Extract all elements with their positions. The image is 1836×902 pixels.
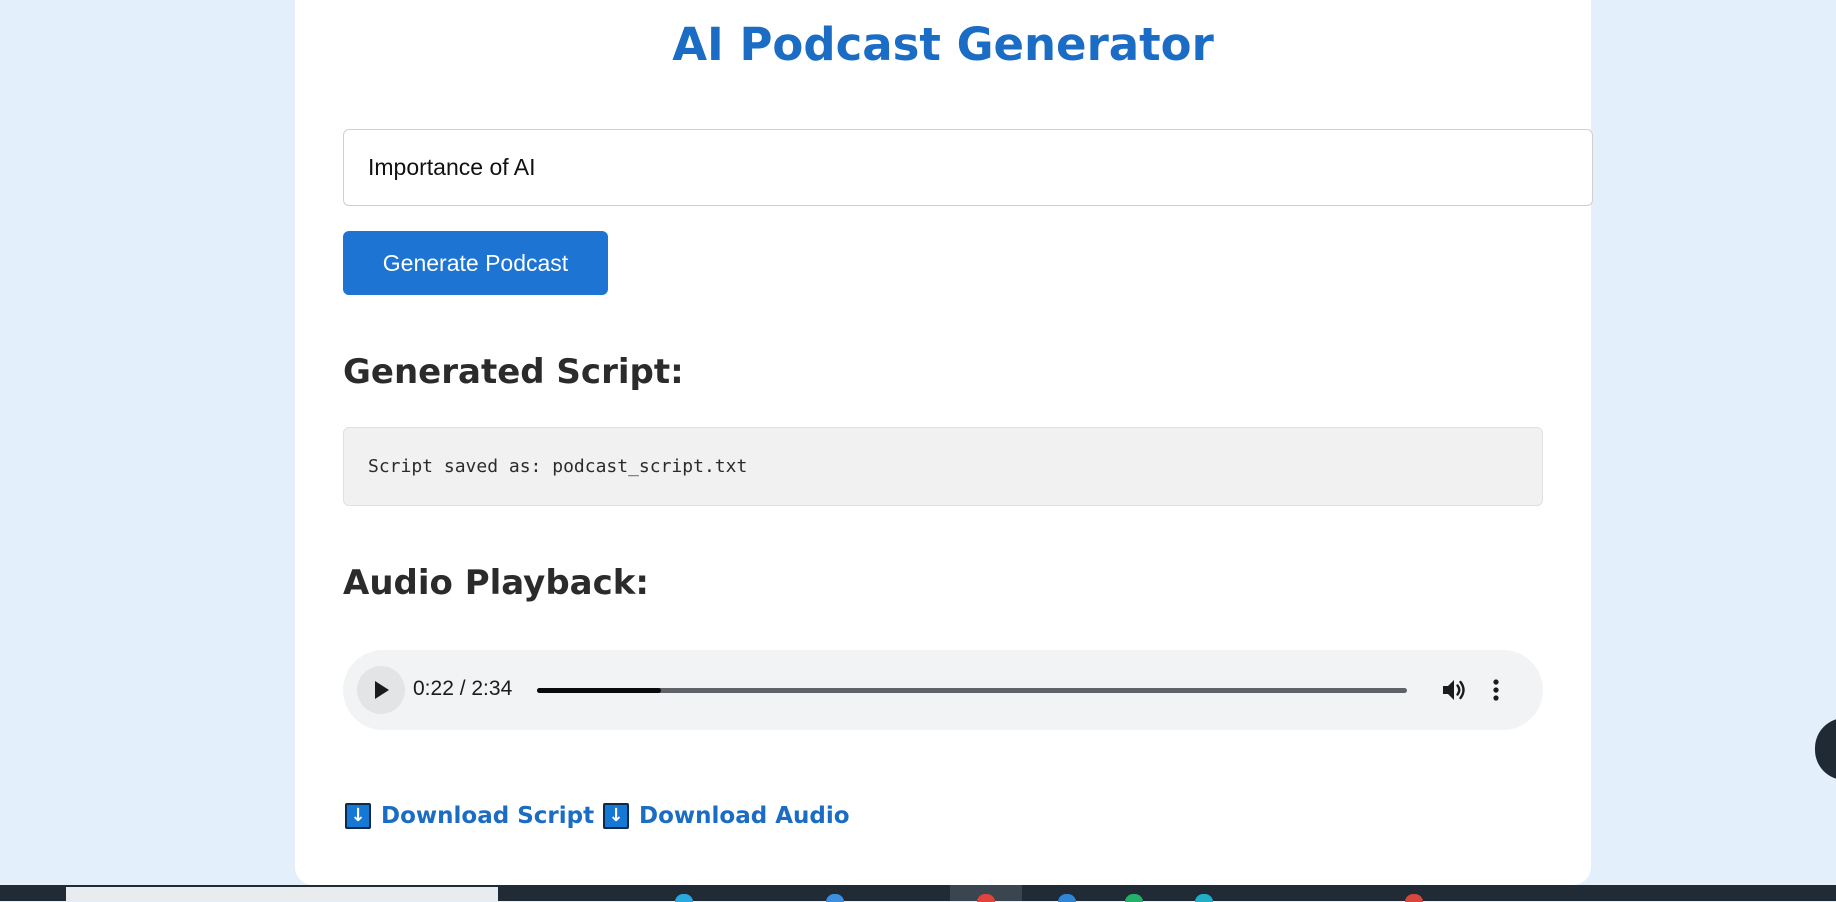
generate-podcast-button[interactable]: Generate Podcast bbox=[343, 231, 608, 295]
taskbar bbox=[0, 885, 1836, 902]
script-output-box: Script saved as: podcast_script.txt bbox=[343, 427, 1543, 506]
download-icon: ↓ bbox=[345, 803, 371, 829]
more-options-button[interactable] bbox=[1489, 676, 1503, 704]
download-icon: ↓ bbox=[603, 803, 629, 829]
topic-input[interactable] bbox=[343, 129, 1593, 206]
script-heading: Generated Script: bbox=[343, 352, 684, 392]
audio-player: 0:22 / 2:34 bbox=[343, 650, 1543, 730]
volume-button[interactable] bbox=[1440, 676, 1468, 704]
play-icon bbox=[375, 681, 389, 699]
download-script-link[interactable]: ↓ Download Script bbox=[345, 803, 594, 829]
floating-widget-button[interactable] bbox=[1815, 718, 1836, 780]
play-button[interactable] bbox=[357, 666, 405, 714]
download-audio-link[interactable]: ↓ Download Audio bbox=[603, 803, 850, 829]
script-output-text: Script saved as: podcast_script.txt bbox=[368, 456, 748, 477]
time-readout: 0:22 / 2:34 bbox=[413, 677, 513, 700]
audio-heading: Audio Playback: bbox=[343, 563, 649, 603]
download-audio-label: Download Audio bbox=[639, 803, 850, 829]
audio-progress-fill bbox=[537, 688, 662, 693]
taskbar-window-thumbnail[interactable] bbox=[66, 887, 498, 901]
page-title: AI Podcast Generator bbox=[672, 18, 1214, 71]
more-vertical-icon bbox=[1493, 679, 1499, 701]
audio-progress-bar[interactable] bbox=[537, 688, 1407, 693]
download-script-label: Download Script bbox=[381, 803, 595, 829]
volume-icon bbox=[1443, 680, 1465, 700]
